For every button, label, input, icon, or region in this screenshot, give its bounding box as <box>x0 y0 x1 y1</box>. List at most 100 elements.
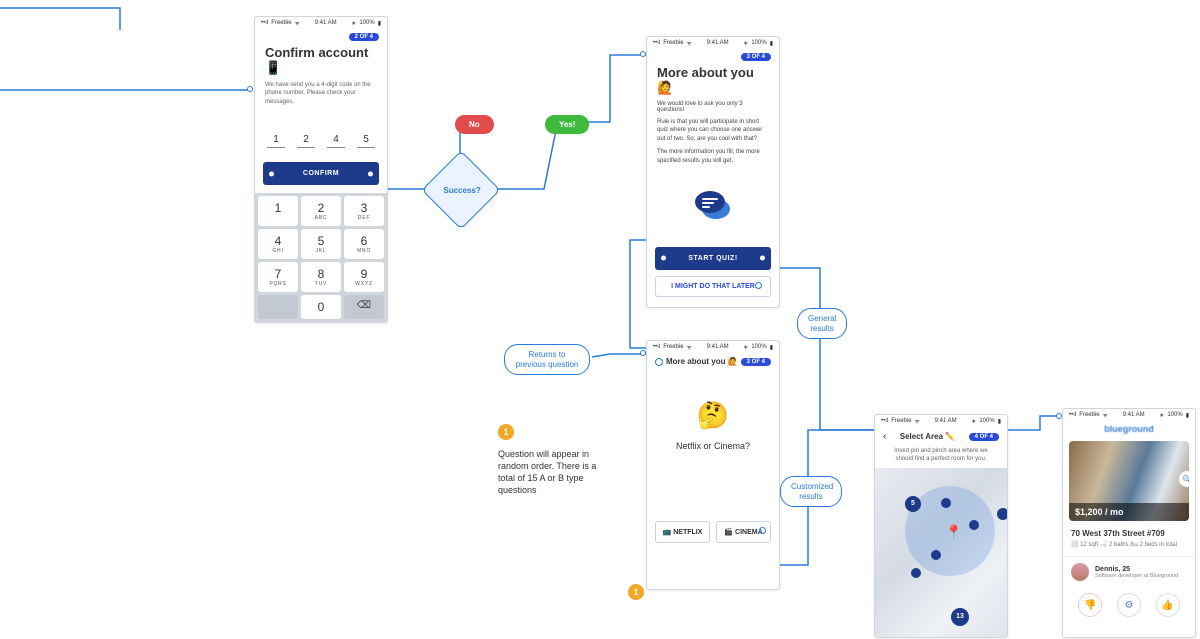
listing-specs: ⬜ 12 sqft 🛁 2 baths 🛏 2 beds in total <box>1071 541 1187 548</box>
wifi-icon: ᯤ <box>1103 411 1108 419</box>
status-bar: ••ılFreebieᯤ 9:41 AM ∗100%▮ <box>255 17 387 29</box>
battery-icon: ▮ <box>770 40 773 47</box>
map-pin-5[interactable]: 5 <box>905 496 921 512</box>
signal-icon: ••ıl <box>1069 412 1076 418</box>
map-pin-b[interactable] <box>969 520 979 530</box>
digit-2[interactable]: 2 <box>297 134 315 148</box>
key-3[interactable]: 3DEF <box>344 196 384 226</box>
code-input[interactable]: 1 2 4 5 <box>255 134 387 148</box>
location-icon[interactable]: 📍 <box>945 524 962 541</box>
flow-label-general: General results <box>797 308 847 339</box>
listing-address: 70 West 37th Street #709 <box>1071 529 1187 538</box>
bt-icon: ∗ <box>743 344 748 351</box>
battery-icon: ▮ <box>998 418 1001 425</box>
bt-icon: ∗ <box>1159 412 1164 419</box>
map-pin-e[interactable] <box>997 508 1008 520</box>
step-indicator: 4 OF 4 <box>969 433 999 441</box>
brand-title: blueground <box>1063 421 1195 437</box>
key-1[interactable]: 1 <box>258 196 298 226</box>
conn-dot <box>247 86 253 92</box>
carrier: Freebie <box>663 40 683 46</box>
flow-label-returns: Returns to previous question <box>504 344 590 375</box>
battery-icon: ▮ <box>770 344 773 351</box>
note-badge-1: 1 <box>498 424 514 440</box>
carrier: Freebie <box>1079 412 1099 418</box>
map-pin-a[interactable] <box>941 498 951 508</box>
status-bar: ••ılFreebie ᯤ 9:41 AM ∗100% ▮ <box>1063 409 1195 421</box>
signal-icon: ••ıl <box>261 20 268 26</box>
carrier: Freebie <box>891 418 911 424</box>
status-bar: ••ılFreebieᯤ 9:41 AM ∗100%▮ <box>647 341 779 353</box>
key-0[interactable]: 0 <box>301 295 341 319</box>
status-bar: ••ılFreebieᯤ 9:41 AM ∗100%▮ <box>875 415 1007 427</box>
step-indicator: 3 OF 4 <box>741 53 771 61</box>
back-icon[interactable] <box>655 358 663 366</box>
pill-no: No <box>455 115 494 134</box>
skip-button[interactable]: I MIGHT DO THAT LATER <box>655 276 771 297</box>
key-9[interactable]: 9WXYZ <box>344 262 384 292</box>
map-hint: Insert pin and pinch area where we shoul… <box>875 446 1007 468</box>
about-line2: Rule is that you will participate in sho… <box>657 118 769 143</box>
conn-dot <box>640 51 646 57</box>
signal-icon: ••ıl <box>653 40 660 46</box>
bt-icon: ∗ <box>351 20 356 27</box>
bt-icon: ∗ <box>743 40 748 47</box>
digit-1[interactable]: 1 <box>267 134 285 148</box>
status-time: 9:41 AM <box>1123 412 1145 418</box>
battery: 100% <box>1167 412 1182 418</box>
confirm-button[interactable]: CONFIRM <box>263 162 379 185</box>
page-title: More about you 🙋 <box>657 65 769 96</box>
note-badge-quiz: 1 <box>628 584 644 600</box>
like-button[interactable]: 👍 <box>1156 593 1180 617</box>
carrier: Freebie <box>271 20 291 26</box>
phone-listing: ••ılFreebie ᯤ 9:41 AM ∗100% ▮ blueground 🔍… <box>1062 408 1196 638</box>
price-badge: $1,200 / mo <box>1069 503 1189 521</box>
signal-icon: ••ıl <box>653 344 660 350</box>
conn-dot <box>640 350 646 356</box>
digit-3[interactable]: 4 <box>327 134 345 148</box>
bt-icon: ∗ <box>971 418 976 425</box>
step-indicator: 3 OF 4 <box>741 358 771 366</box>
avatar <box>1071 563 1089 581</box>
numeric-keypad: 1 2ABC 3DEF 4GHI 5JKL 6MNO 7PQRS 8TUV 9W… <box>255 193 387 322</box>
digit-4[interactable]: 5 <box>357 134 375 148</box>
option-cinema[interactable]: 🎬 CINEMA <box>716 521 771 543</box>
filter-button[interactable]: ⚙︎ <box>1117 593 1141 617</box>
host-name: Dennis, 25 <box>1095 566 1178 573</box>
battery-icon: ▮ <box>378 20 381 27</box>
map-pin-13[interactable]: 13 <box>951 608 969 626</box>
decision-success: Success? <box>421 150 500 229</box>
start-quiz-button[interactable]: START QUIZ! <box>655 247 771 270</box>
quiz-question: Netflix or Cinema? <box>647 441 779 521</box>
flow-connectors <box>0 0 1200 639</box>
key-2[interactable]: 2ABC <box>301 196 341 226</box>
option-netflix[interactable]: 📺 NETFLIX <box>655 521 710 543</box>
map-title: Select Area ✏️ <box>900 432 955 441</box>
listing-photo[interactable]: 🔍 $1,200 / mo <box>1069 441 1189 521</box>
phone-confirm-account: ••ılFreebieᯤ 9:41 AM ∗100%▮ 2 OF 4 Confi… <box>254 16 388 323</box>
key-6[interactable]: 6MNO <box>344 229 384 259</box>
key-7[interactable]: 7PQRS <box>258 262 298 292</box>
battery: 100% <box>359 20 374 26</box>
host-role: Software developer at Blueground <box>1095 573 1178 579</box>
status-time: 9:41 AM <box>707 40 729 46</box>
battery: 100% <box>979 418 994 424</box>
back-chevron-icon[interactable]: ‹ <box>883 431 886 442</box>
dislike-button[interactable]: 👎 <box>1078 593 1102 617</box>
wifi-icon: ᯤ <box>687 39 692 47</box>
battery-icon: ▮ <box>1186 412 1189 419</box>
about-line1: We would love to ask you only 3 question… <box>657 101 769 113</box>
status-time: 9:41 AM <box>315 20 337 26</box>
wifi-icon: ᯤ <box>687 343 692 351</box>
map-pin-d[interactable] <box>911 568 921 578</box>
page-title: Confirm account 📱 <box>265 45 377 76</box>
key-backspace[interactable]: ⌫ <box>344 295 384 319</box>
map-canvas[interactable]: 5 📍 13 <box>875 468 1007 638</box>
key-5[interactable]: 5JKL <box>301 229 341 259</box>
key-4[interactable]: 4GHI <box>258 229 298 259</box>
wifi-icon: ᯤ <box>915 417 920 425</box>
search-icon[interactable]: 🔍 <box>1179 471 1189 487</box>
key-8[interactable]: 8TUV <box>301 262 341 292</box>
battery: 100% <box>751 40 766 46</box>
map-pin-c[interactable] <box>931 550 941 560</box>
